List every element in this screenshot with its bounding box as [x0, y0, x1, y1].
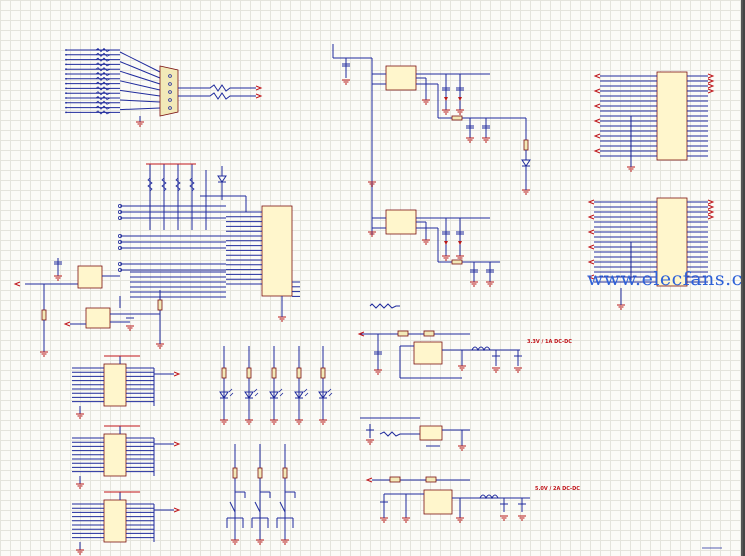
- led-array: [219, 346, 333, 425]
- left-ic-blocks: [72, 355, 181, 555]
- connector-right-bottom: [587, 197, 715, 310]
- db9-connector: [159, 65, 179, 117]
- schematic-window: 3.3V / 1A DC-DC 5.0V / 2A DC-DC www.elec…: [0, 0, 745, 556]
- button-array: [226, 444, 296, 545]
- vertical-scrollbar[interactable]: [741, 0, 743, 556]
- mcu-block: [118, 163, 300, 322]
- schematic-canvas[interactable]: 3.3V / 1A DC-DC 5.0V / 2A DC-DC www.elec…: [0, 0, 743, 556]
- connector-right-top: [593, 71, 715, 172]
- regulator-block-top: [332, 44, 531, 287]
- dcdc-3v3-label: 3.3V / 1A DC-DC: [527, 339, 572, 345]
- dcdc-5v0-block: 5.0V / 2A DC-DC: [365, 476, 580, 523]
- dcdc-5v0-label: 5.0V / 2A DC-DC: [535, 486, 580, 492]
- db9-connector-block: [65, 47, 263, 127]
- watermark-text: www.elecfans.com: [587, 268, 743, 290]
- left-power-block: [13, 258, 164, 357]
- dcdc-3v3-block: 3.3V / 1A DC-DC: [357, 303, 572, 379]
- small-regulator-block: [360, 417, 470, 451]
